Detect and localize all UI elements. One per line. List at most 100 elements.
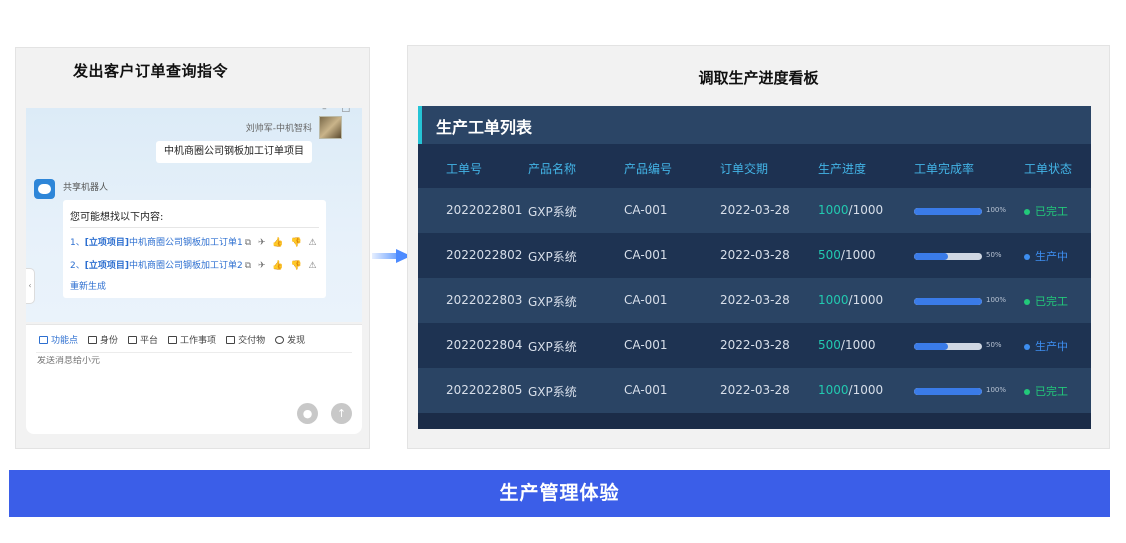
table-cell-product-name: GXP系统: [528, 205, 577, 219]
status-dot-icon: [1024, 254, 1030, 260]
completion-percent: 100%: [986, 296, 1007, 304]
message-input[interactable]: [37, 356, 277, 366]
refresh-icon: [275, 335, 285, 344]
table-cell-product-name: GXP系统: [528, 295, 577, 309]
function-item-deliverable[interactable]: 交付物: [226, 333, 265, 346]
bot-name: 共享机器人: [63, 183, 109, 193]
table-cell-product-name: GXP系统: [528, 385, 577, 399]
result-link[interactable]: 1、[立项项目]中机商圈公司钢板加工订单1 ⧉ ✈ 👍 👎 ⚠: [70, 235, 319, 248]
completion-percent: 100%: [986, 386, 1007, 394]
column-header: 工单完成率: [914, 162, 975, 176]
dashboard-panel: 调取生产进度看板 生产工单列表 工单号 产品名称 产品编号 订单交期 生产进度 …: [407, 45, 1110, 449]
input-area: 功能点 身份 平台 工作事项 交付物 发现 ● ↑: [26, 324, 362, 434]
side-collapse-handle[interactable]: ‹: [26, 268, 35, 304]
bot-avatar-icon: [34, 179, 55, 199]
column-header: 生产进度: [818, 162, 867, 176]
table-cell-progress: 1000/1000: [818, 383, 883, 397]
completion-progress-bar: [914, 388, 982, 395]
progress-total: /1000: [848, 293, 884, 307]
progress-done: 1000: [818, 203, 849, 217]
column-header: 订单交期: [720, 162, 769, 176]
table-cell-progress: 1000/1000: [818, 293, 883, 307]
table-cell-product-name: GXP系统: [528, 250, 577, 264]
function-item-discover[interactable]: 发现: [275, 333, 305, 346]
result-link[interactable]: 2、[立项项目]中机商圈公司钢板加工订单2 ⧉ ✈ 👍 👎 ⚠: [70, 258, 319, 271]
completion-progress-fill: [914, 208, 982, 215]
right-panel-title: 调取生产进度看板: [698, 69, 819, 87]
status-text: 生产中: [1035, 250, 1068, 263]
progress-total: /1000: [848, 383, 884, 397]
completion-progress-fill: [914, 298, 982, 305]
page: 发出客户订单查询指令 – □ 刘帅军-中机智科 中机商圈公司钢板加工订单项目 共…: [0, 0, 1126, 543]
table-cell-order-no: 2022022803: [446, 293, 523, 307]
grid-icon: [39, 335, 48, 344]
table-cell-order-no: 2022022805: [446, 383, 523, 397]
table-row[interactable]: 2022022801 GXP系统 CA-001 2022-03-28 1000/1000…: [418, 188, 1091, 233]
function-item-identity[interactable]: 身份: [88, 333, 118, 346]
function-label: 功能点: [51, 336, 79, 346]
chat-window: – □ 刘帅军-中机智科 中机商圈公司钢板加工订单项目 共享机器人 您可能想找以…: [26, 108, 362, 322]
status-badge: 生产中: [1024, 338, 1068, 354]
progress-total: /1000: [840, 338, 876, 352]
task-icon: [168, 335, 178, 344]
table-cell-product-code: CA-001: [624, 338, 668, 352]
table-cell-order-no: 2022022802: [446, 248, 523, 262]
bot-message: 您可能想找以下内容: 1、[立项项目]中机商圈公司钢板加工订单1 ⧉ ✈ 👍 👎 …: [63, 200, 326, 298]
result-tag: [立项项目]: [84, 238, 129, 248]
completion-percent: 50%: [986, 251, 1002, 259]
progress-total: /1000: [840, 248, 876, 262]
status-text: 已完工: [1035, 295, 1068, 308]
table-row[interactable]: 2022022804 GXP系统 CA-001 2022-03-28 500/1000 5…: [418, 323, 1091, 368]
progress-done: 1000: [818, 383, 849, 397]
table-row[interactable]: 2022022805 GXP系统 CA-001 2022-03-28 1000/1000…: [418, 368, 1091, 413]
board-header: 生产工单列表: [418, 106, 1091, 144]
completion-percent: 50%: [986, 341, 1002, 349]
function-item-feature[interactable]: 功能点: [39, 333, 78, 346]
table-row[interactable]: 2022022802 GXP系统 CA-001 2022-03-28 500/1000 5…: [418, 233, 1091, 278]
table-cell-product-code: CA-001: [624, 293, 668, 307]
function-label: 平台: [140, 336, 159, 346]
function-item-platform[interactable]: 平台: [128, 333, 158, 346]
status-dot-icon: [1024, 344, 1030, 350]
function-label: 发现: [287, 336, 306, 346]
table-cell-product-name: GXP系统: [528, 340, 577, 354]
bot-intro: 您可能想找以下内容:: [70, 212, 164, 223]
result-text: 中机商圈公司钢板加工订单2: [128, 261, 243, 271]
platform-icon: [128, 335, 138, 344]
completion-percent: 100%: [986, 206, 1007, 214]
table-cell-due-date: 2022-03-28: [720, 383, 790, 397]
column-header: 工单号: [446, 162, 483, 176]
column-header: 产品编号: [624, 162, 673, 176]
column-header: 工单状态: [1024, 162, 1073, 176]
status-dot-icon: [1024, 209, 1030, 215]
status-badge: 已完工: [1024, 293, 1068, 309]
message-actions-icon[interactable]: ⧉ ✈ 👍 👎 ⚠: [245, 238, 319, 248]
completion-progress-fill: [914, 343, 948, 350]
status-text: 生产中: [1035, 340, 1068, 353]
progress-total: /1000: [848, 203, 884, 217]
status-dot-icon: [1024, 389, 1030, 395]
status-badge: 生产中: [1024, 248, 1068, 264]
microphone-button[interactable]: ●: [297, 403, 318, 424]
table-cell-order-no: 2022022804: [446, 338, 523, 352]
table-cell-due-date: 2022-03-28: [720, 293, 790, 307]
status-badge: 已完工: [1024, 203, 1068, 219]
chat-panel: 发出客户订单查询指令 – □ 刘帅军-中机智科 中机商圈公司钢板加工订单项目 共…: [15, 47, 370, 449]
send-button[interactable]: ↑: [331, 403, 352, 424]
function-label: 身份: [100, 336, 119, 346]
table-row[interactable]: 2022022803 GXP系统 CA-001 2022-03-28 1000/1000…: [418, 278, 1091, 323]
result-text: 中机商圈公司钢板加工订单1: [128, 238, 243, 248]
regenerate-link[interactable]: 重新生成: [70, 279, 106, 292]
progress-done: 1000: [818, 293, 849, 307]
function-item-task[interactable]: 工作事项: [168, 333, 216, 346]
bottom-banner: 生产管理体验: [9, 470, 1110, 517]
table-cell-due-date: 2022-03-28: [720, 248, 790, 262]
table-cell-product-code: CA-001: [624, 383, 668, 397]
window-controls-icon[interactable]: – □: [322, 108, 356, 114]
completion-progress-bar: [914, 343, 982, 350]
table-cell-progress: 1000/1000: [818, 203, 883, 217]
message-actions-icon[interactable]: ⧉ ✈ 👍 👎 ⚠: [245, 261, 319, 271]
completion-progress-fill: [914, 253, 948, 260]
status-badge: 已完工: [1024, 383, 1068, 399]
table-cell-due-date: 2022-03-28: [720, 338, 790, 352]
